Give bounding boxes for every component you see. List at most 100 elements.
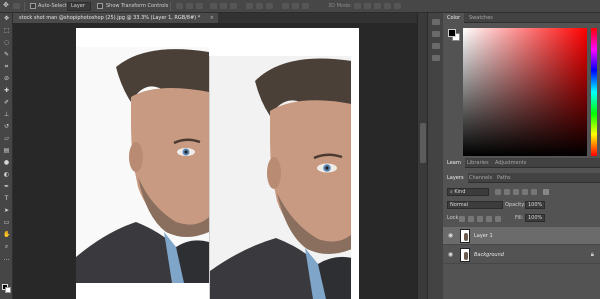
hue-slider[interactable]	[591, 28, 597, 156]
canvas-area[interactable]	[13, 23, 417, 299]
show-transform-checkbox[interactable]	[97, 3, 103, 9]
layer-thumbnail	[460, 229, 470, 243]
move-icon[interactable]: ✥	[3, 15, 10, 22]
opacity-input[interactable]: 100%	[525, 201, 545, 209]
align-right-icon[interactable]	[196, 3, 203, 9]
quick-select-icon[interactable]: ✎	[3, 51, 10, 58]
pen-icon[interactable]: ✒	[3, 183, 10, 190]
align-left-icon[interactable]	[176, 3, 183, 9]
move-tool-icon[interactable]: ✥	[3, 1, 9, 10]
align-center-icon[interactable]	[186, 3, 193, 9]
separator	[24, 2, 25, 11]
portrait-image	[76, 47, 209, 283]
3d-roll-icon[interactable]	[364, 3, 371, 9]
filter-toggle-icon[interactable]	[543, 189, 549, 195]
close-icon[interactable]: ×	[210, 13, 214, 23]
eye-icon[interactable]: ◉	[447, 251, 454, 258]
crop-icon[interactable]: ⌗	[3, 63, 10, 70]
tab-libraries[interactable]: Libraries	[463, 158, 493, 168]
distribute-icon[interactable]	[302, 3, 309, 9]
tab-learn[interactable]: Learn	[443, 158, 465, 168]
paragraph-panel-icon[interactable]	[432, 55, 440, 61]
shape-icon[interactable]: ▭	[3, 219, 10, 226]
portrait-photo-right	[209, 56, 351, 299]
properties-panel-icon[interactable]	[432, 31, 440, 37]
brush-icon[interactable]: ✐	[3, 99, 10, 106]
auto-select-checkbox[interactable]	[30, 3, 36, 9]
filter-kind-label: Kind	[454, 189, 466, 195]
distribute-icon[interactable]	[266, 3, 273, 9]
lasso-icon[interactable]: ◌	[3, 39, 10, 46]
lock-image-icon[interactable]	[468, 216, 474, 222]
tab-channels[interactable]: Channels	[465, 173, 496, 183]
dodge-icon[interactable]: ◐	[3, 171, 10, 178]
align-bottom-icon[interactable]	[230, 3, 237, 9]
align-top-icon[interactable]	[210, 3, 217, 9]
separator	[170, 2, 171, 11]
lock-artboard-icon[interactable]	[486, 216, 492, 222]
distribute-icon[interactable]	[246, 3, 253, 9]
layer-row-layer-1[interactable]: ◉ Layer 1	[443, 227, 600, 245]
layer-filter-kind-select[interactable]: ⌕ Kind	[447, 188, 489, 196]
marquee-icon[interactable]: ⬚	[3, 27, 10, 34]
tool-preset-icon[interactable]	[13, 3, 20, 9]
3d-mode-label: 3D Mode:	[328, 3, 352, 9]
3d-scale-icon[interactable]	[394, 3, 401, 9]
blur-icon[interactable]: ●	[3, 159, 10, 166]
path-select-icon[interactable]: ➤	[3, 207, 10, 214]
color-picker-field[interactable]	[463, 28, 587, 156]
distribute-icon[interactable]	[256, 3, 263, 9]
document-canvas[interactable]	[76, 28, 359, 299]
filter-type-icon[interactable]	[513, 189, 519, 195]
fill-label: Fill:	[515, 215, 524, 221]
more-icon[interactable]: …	[3, 255, 10, 262]
eraser-icon[interactable]: ▱	[3, 135, 10, 142]
history-brush-icon[interactable]: ↺	[3, 123, 10, 130]
align-middle-icon[interactable]	[220, 3, 227, 9]
distribute-icon[interactable]	[292, 3, 299, 9]
canvas-scrollbar[interactable]	[417, 13, 427, 299]
type-icon[interactable]: T	[3, 195, 10, 202]
zoom-icon[interactable]: ⌕	[3, 243, 10, 250]
eyedropper-icon[interactable]: ⊘	[3, 75, 10, 82]
layer-row-background[interactable]: ◉ Background 🔒︎	[443, 246, 600, 264]
clone-stamp-icon[interactable]: ⊥	[3, 111, 10, 118]
hand-icon[interactable]: ✋	[3, 231, 10, 238]
filter-smart-object-icon[interactable]	[531, 189, 537, 195]
foreground-color-swatch[interactable]	[448, 29, 456, 37]
gradient-icon[interactable]: ▤	[3, 147, 10, 154]
layers-panel-tabs: Layers Channels Paths	[443, 173, 600, 183]
tab-adjustments[interactable]: Adjustments	[491, 158, 530, 168]
document-tab[interactable]: stock shot man @shopiphotoshop (25).jpg …	[13, 13, 218, 23]
lock-all-icon[interactable]	[495, 216, 501, 222]
3d-pan-icon[interactable]	[374, 3, 381, 9]
tools-panel: ✥ ⬚ ◌ ✎ ⌗ ⊘ ✚ ✐ ⊥ ↺ ▱ ▤ ● ◐ ✒ T ➤ ▭ ✋ ⌕ …	[0, 13, 13, 299]
fill-input[interactable]: 100%	[525, 214, 545, 222]
filter-pixel-icon[interactable]	[495, 189, 501, 195]
color-panel	[443, 23, 600, 170]
lock-position-icon[interactable]	[477, 216, 483, 222]
healing-icon[interactable]: ✚	[3, 87, 10, 94]
background-color-swatch[interactable]	[5, 287, 11, 293]
tab-layers[interactable]: Layers	[443, 173, 468, 183]
filter-adjustment-icon[interactable]	[504, 189, 510, 195]
3d-orbit-icon[interactable]	[354, 3, 361, 9]
tab-paths[interactable]: Paths	[493, 173, 515, 183]
3d-slide-icon[interactable]	[384, 3, 391, 9]
eye-icon[interactable]: ◉	[447, 232, 454, 239]
blend-mode-select[interactable]: Normal	[447, 201, 503, 209]
history-panel-icon[interactable]	[432, 19, 440, 25]
layers-panel: ⌕ Kind Normal Opacity: 100% Lock: Fill: …	[443, 183, 600, 299]
scrollbar-thumb[interactable]	[420, 123, 426, 163]
collapsed-panels-column	[427, 13, 443, 299]
auto-select-label: Auto-Select:	[38, 3, 69, 9]
libraries-panel-tabs: Learn Libraries Adjustments	[443, 158, 600, 168]
filter-shape-icon[interactable]	[522, 189, 528, 195]
tab-swatches[interactable]: Swatches	[465, 13, 497, 23]
tab-color[interactable]: Color	[443, 13, 465, 23]
character-panel-icon[interactable]	[432, 43, 440, 49]
document-tab-bar: stock shot man @shopiphotoshop (25).jpg …	[13, 13, 427, 23]
auto-select-target-dropdown[interactable]: Layer	[67, 2, 91, 11]
lock-transparent-icon[interactable]	[459, 216, 465, 222]
distribute-icon[interactable]	[282, 3, 289, 9]
